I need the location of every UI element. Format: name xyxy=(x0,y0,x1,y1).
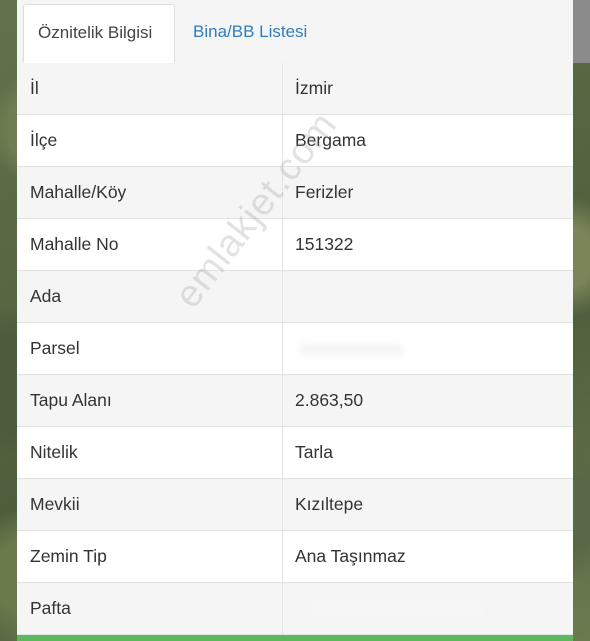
column-divider xyxy=(282,531,283,582)
attribute-info-panel: Öznitelik Bilgisi Bina/BB Listesi İl İzm… xyxy=(17,0,573,641)
table-row-il: İl İzmir xyxy=(17,63,573,115)
table-row-mahalle: Mahalle/Köy Ferizler xyxy=(17,167,573,219)
row-value: İzmir xyxy=(295,78,333,98)
table-row-tapu-alani: Tapu Alanı 2.863,50 xyxy=(17,375,573,427)
column-divider xyxy=(282,219,283,270)
row-label: Tapu Alanı xyxy=(30,390,112,410)
column-divider xyxy=(282,479,283,530)
column-divider xyxy=(282,375,283,426)
row-label: Pafta xyxy=(30,598,71,618)
row-value: Ferizler xyxy=(295,182,354,202)
table-row-ada: Ada xyxy=(17,271,573,323)
row-label: Zemin Tip xyxy=(30,546,107,566)
row-label: İl xyxy=(30,78,39,98)
attribute-table: İl İzmir İlçe Bergama Mahalle/Köy Ferizl… xyxy=(17,63,573,635)
table-row-nitelik: Nitelik Tarla xyxy=(17,427,573,479)
column-divider xyxy=(282,167,283,218)
table-row-mahalle-no: Mahalle No 151322 xyxy=(17,219,573,271)
row-label: Mahalle/Köy xyxy=(30,182,127,202)
row-value: Ana Taşınmaz xyxy=(295,546,406,566)
tab-bar: Öznitelik Bilgisi Bina/BB Listesi xyxy=(17,0,573,64)
row-value: Kızıltepe xyxy=(295,494,364,514)
table-row-parsel: Parsel xyxy=(17,323,573,375)
column-divider xyxy=(282,271,283,322)
table-row-mevkii: Mevkii Kızıltepe xyxy=(17,479,573,531)
row-value xyxy=(295,271,565,322)
redaction-mark xyxy=(309,601,484,615)
tab-attribute-info[interactable]: Öznitelik Bilgisi xyxy=(23,4,175,63)
redaction-mark xyxy=(299,343,404,357)
table-row-pafta: Pafta xyxy=(17,583,573,635)
column-divider xyxy=(282,63,283,114)
bottom-action-bar[interactable] xyxy=(17,635,573,641)
table-row-ilce: İlçe Bergama xyxy=(17,115,573,167)
row-label: Parsel xyxy=(30,338,80,358)
column-divider xyxy=(282,583,283,634)
row-label: İlçe xyxy=(30,130,58,150)
row-label: Ada xyxy=(30,286,62,306)
row-value: Bergama xyxy=(295,130,367,150)
map-edge-strip xyxy=(573,0,590,63)
row-value: 2.863,50 xyxy=(295,390,364,410)
column-divider xyxy=(282,427,283,478)
row-label: Nitelik xyxy=(30,442,78,462)
tab-building-list[interactable]: Bina/BB Listesi xyxy=(179,4,339,63)
row-label: Mahalle No xyxy=(30,234,119,254)
row-value: Tarla xyxy=(295,442,333,462)
row-label: Mevkii xyxy=(30,494,80,514)
column-divider xyxy=(282,323,283,374)
row-value: 151322 xyxy=(295,234,354,254)
table-row-zemin-tip: Zemin Tip Ana Taşınmaz xyxy=(17,531,573,583)
column-divider xyxy=(282,115,283,166)
